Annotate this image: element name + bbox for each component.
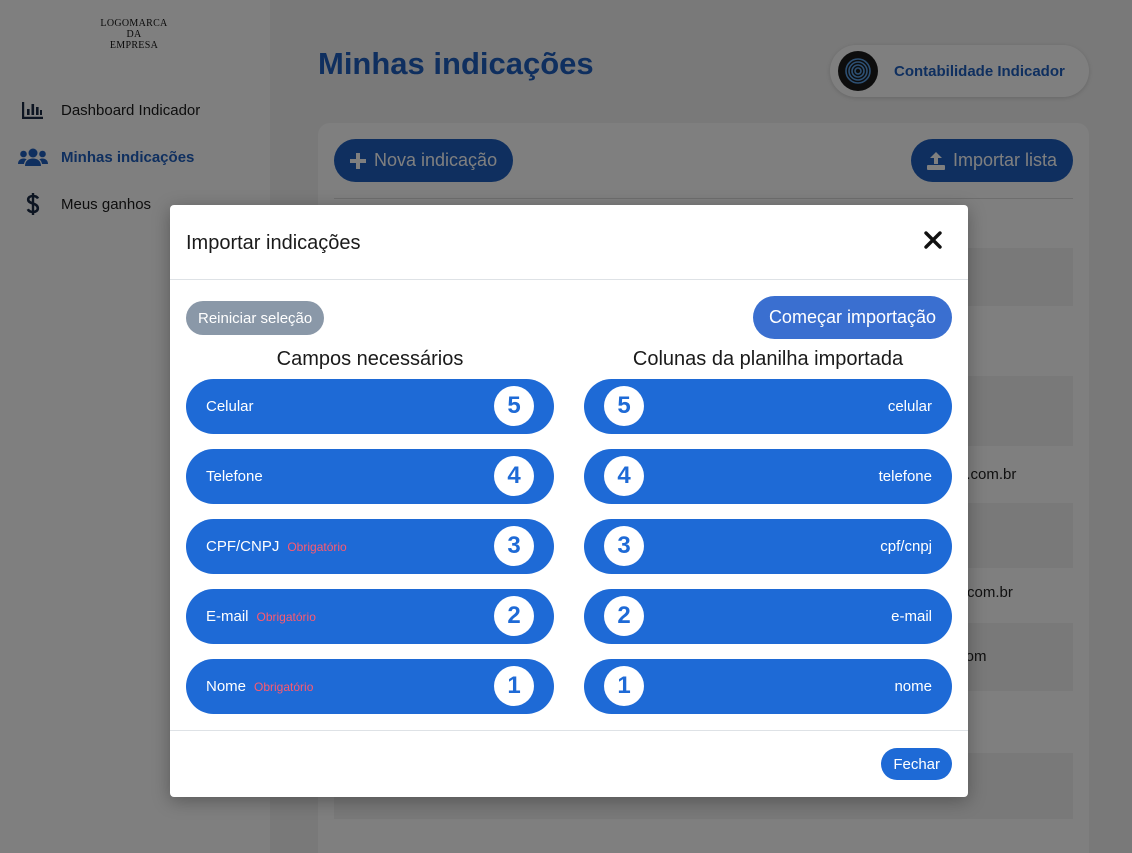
required-tag: Obrigatório: [254, 679, 314, 694]
field-label: Nome: [206, 678, 247, 695]
column-number-badge: 5: [604, 386, 644, 426]
required-tag: Obrigatório: [287, 539, 347, 554]
import-modal: Importar indicações Reiniciar seleção Co…: [170, 205, 968, 797]
field-number-badge: 2: [494, 596, 534, 636]
column-number-badge: 4: [604, 456, 644, 496]
column-number-badge: 2: [604, 596, 644, 636]
field-number-badge: 3: [494, 526, 534, 566]
column-cpf-cnpj[interactable]: 3 cpf/cnpj: [584, 519, 952, 574]
field-nome[interactable]: Nome Obrigatório 1: [186, 659, 554, 714]
modal-title: Importar indicações: [186, 232, 361, 254]
reset-selection-button[interactable]: Reiniciar seleção: [186, 301, 325, 335]
field-label: E-mail: [206, 608, 249, 625]
column-celular[interactable]: 5 celular: [584, 379, 952, 434]
column-email[interactable]: 2 e-mail: [584, 589, 952, 644]
column-label: celular: [887, 398, 932, 415]
column-telefone[interactable]: 4 telefone: [584, 449, 952, 504]
required-tag: Obrigatório: [256, 609, 316, 624]
field-number-badge: 4: [494, 456, 534, 496]
column-label: e-mail: [891, 608, 932, 625]
close-icon[interactable]: [924, 231, 944, 251]
column-number-badge: 3: [604, 526, 644, 566]
column-number-badge: 1: [604, 666, 644, 706]
field-number-badge: 5: [494, 386, 534, 426]
start-import-button[interactable]: Começar importação: [752, 296, 952, 339]
column-label: telefone: [878, 468, 932, 485]
modal-footer-divider: [170, 730, 968, 731]
close-button[interactable]: Fechar: [881, 748, 952, 780]
field-label: CPF/CNPJ: [206, 538, 280, 555]
field-celular[interactable]: Celular 5: [186, 379, 554, 434]
field-email[interactable]: E-mail Obrigatório 2: [186, 589, 554, 644]
modal-header: Importar indicações: [170, 205, 968, 280]
column-label: nome: [894, 678, 932, 695]
field-number-badge: 1: [494, 666, 534, 706]
column-nome[interactable]: 1 nome: [584, 659, 952, 714]
column-label: cpf/cnpj: [880, 538, 932, 555]
field-label: Telefone: [206, 468, 263, 485]
field-telefone[interactable]: Telefone 4: [186, 449, 554, 504]
field-cpf-cnpj[interactable]: CPF/CNPJ Obrigatório 3: [186, 519, 554, 574]
field-label: Celular: [206, 398, 254, 415]
imported-columns-heading: Colunas da planilha importada: [632, 348, 904, 370]
required-fields-heading: Campos necessários: [276, 348, 464, 370]
